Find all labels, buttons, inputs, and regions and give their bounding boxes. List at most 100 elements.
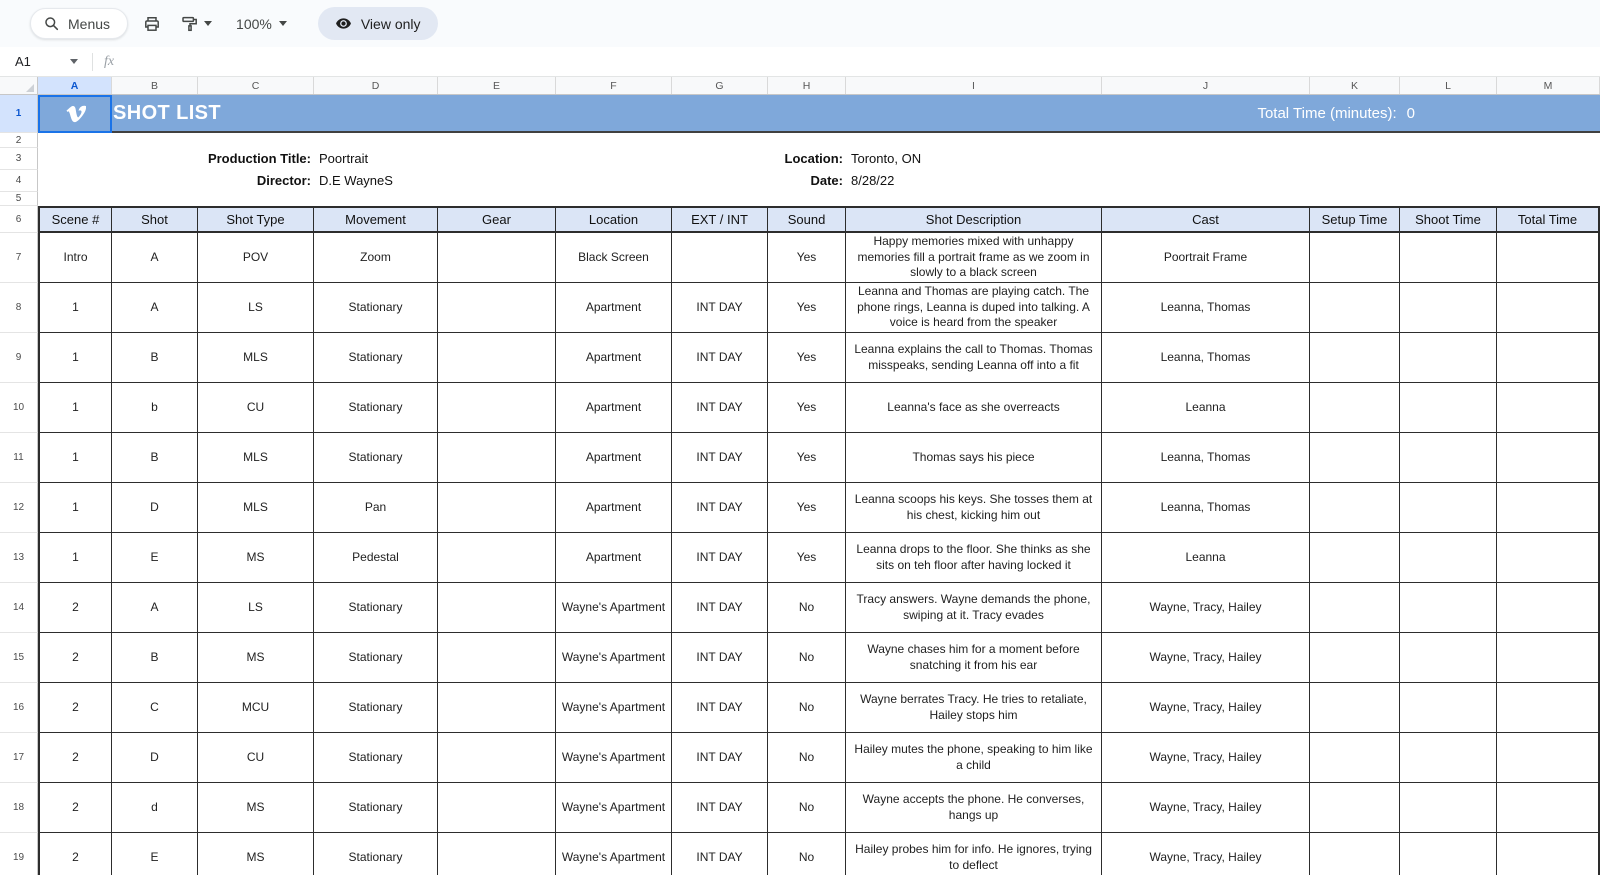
cell-I18[interactable]: Wayne accepts the phone. He converses, h… xyxy=(846,783,1102,833)
cell-C15[interactable]: MS xyxy=(198,633,314,683)
column-header-I[interactable]: I xyxy=(846,77,1102,94)
cell-J10[interactable]: Leanna xyxy=(1102,383,1310,433)
cell-K15[interactable] xyxy=(1310,633,1400,683)
cell-L17[interactable] xyxy=(1400,733,1497,783)
cell-M11[interactable] xyxy=(1497,433,1600,483)
cell-F13[interactable]: Apartment xyxy=(556,533,672,583)
row-header-15[interactable]: 15 xyxy=(0,633,38,683)
director-value-cell[interactable]: D.E WayneS xyxy=(314,170,556,192)
column-header-F[interactable]: F xyxy=(556,77,672,94)
cell-C8[interactable]: LS xyxy=(198,283,314,333)
cell-J12[interactable]: Leanna, Thomas xyxy=(1102,483,1310,533)
cell-E14[interactable] xyxy=(438,583,556,633)
cell-F7[interactable]: Black Screen xyxy=(556,233,672,283)
cell-L16[interactable] xyxy=(1400,683,1497,733)
cell-M13[interactable] xyxy=(1497,533,1600,583)
cell-H18[interactable]: No xyxy=(768,783,846,833)
cell-H11[interactable]: Yes xyxy=(768,433,846,483)
cell-L10[interactable] xyxy=(1400,383,1497,433)
cell-D11[interactable]: Stationary xyxy=(314,433,438,483)
cell-A17[interactable]: 2 xyxy=(38,733,112,783)
row-header-16[interactable]: 16 xyxy=(0,683,38,733)
column-header-K[interactable]: K xyxy=(1310,77,1400,94)
cell-M8[interactable] xyxy=(1497,283,1600,333)
cell-G8[interactable]: INT DAY xyxy=(672,283,768,333)
cell-M15[interactable] xyxy=(1497,633,1600,683)
cell-E10[interactable] xyxy=(438,383,556,433)
cell-L7[interactable] xyxy=(1400,233,1497,283)
cell-B17[interactable]: D xyxy=(112,733,198,783)
cell-I15[interactable]: Wayne chases him for a moment before sna… xyxy=(846,633,1102,683)
row-header-14[interactable]: 14 xyxy=(0,583,38,633)
cell-J17[interactable]: Wayne, Tracy, Hailey xyxy=(1102,733,1310,783)
cell-H13[interactable]: Yes xyxy=(768,533,846,583)
column-header-J[interactable]: J xyxy=(1102,77,1310,94)
cell-F14[interactable]: Wayne's Apartment xyxy=(556,583,672,633)
cell-A14[interactable]: 2 xyxy=(38,583,112,633)
cell-H7[interactable]: Yes xyxy=(768,233,846,283)
cell-C19[interactable]: MS xyxy=(198,833,314,875)
cell-F11[interactable]: Apartment xyxy=(556,433,672,483)
table-header-F6[interactable]: Location xyxy=(556,206,672,233)
cell-E7[interactable] xyxy=(438,233,556,283)
table-header-A6[interactable]: Scene # xyxy=(38,206,112,233)
cell-C17[interactable]: CU xyxy=(198,733,314,783)
cell-M16[interactable] xyxy=(1497,683,1600,733)
cell-A10[interactable]: 1 xyxy=(38,383,112,433)
cell-A12[interactable]: 1 xyxy=(38,483,112,533)
cell-E11[interactable] xyxy=(438,433,556,483)
cell-B10[interactable]: b xyxy=(112,383,198,433)
cell-E18[interactable] xyxy=(438,783,556,833)
cell-E15[interactable] xyxy=(438,633,556,683)
table-header-H6[interactable]: Sound xyxy=(768,206,846,233)
cell-J19[interactable]: Wayne, Tracy, Hailey xyxy=(1102,833,1310,875)
cell-J9[interactable]: Leanna, Thomas xyxy=(1102,333,1310,383)
cell-D13[interactable]: Pedestal xyxy=(314,533,438,583)
cell-L9[interactable] xyxy=(1400,333,1497,383)
table-header-J6[interactable]: Cast xyxy=(1102,206,1310,233)
view-only-badge[interactable]: View only xyxy=(318,7,438,40)
shot-list-banner-cell[interactable]: SHOT LIST Total Time (minutes): 0 xyxy=(38,95,1600,133)
cell-I14[interactable]: Tracy answers. Wayne demands the phone, … xyxy=(846,583,1102,633)
column-header-G[interactable]: G xyxy=(672,77,768,94)
zoom-control[interactable]: 100% xyxy=(227,16,296,32)
cell-G9[interactable]: INT DAY xyxy=(672,333,768,383)
cell-D18[interactable]: Stationary xyxy=(314,783,438,833)
cell-I7[interactable]: Happy memories mixed with unhappy memori… xyxy=(846,233,1102,283)
row-header-9[interactable]: 9 xyxy=(0,333,38,383)
cell-J14[interactable]: Wayne, Tracy, Hailey xyxy=(1102,583,1310,633)
cell-E19[interactable] xyxy=(438,833,556,875)
column-header-L[interactable]: L xyxy=(1400,77,1497,94)
row-header-12[interactable]: 12 xyxy=(0,483,38,533)
table-header-C6[interactable]: Shot Type xyxy=(198,206,314,233)
table-header-B6[interactable]: Shot xyxy=(112,206,198,233)
cell-M7[interactable] xyxy=(1497,233,1600,283)
cell-G18[interactable]: INT DAY xyxy=(672,783,768,833)
cell-A16[interactable]: 2 xyxy=(38,683,112,733)
cell-M14[interactable] xyxy=(1497,583,1600,633)
cell-J13[interactable]: Leanna xyxy=(1102,533,1310,583)
cell-M9[interactable] xyxy=(1497,333,1600,383)
cell-C12[interactable]: MLS xyxy=(198,483,314,533)
cell-L12[interactable] xyxy=(1400,483,1497,533)
cell-I8[interactable]: Leanna and Thomas are playing catch. The… xyxy=(846,283,1102,333)
cell-L13[interactable] xyxy=(1400,533,1497,583)
cell-F17[interactable]: Wayne's Apartment xyxy=(556,733,672,783)
cell-G12[interactable]: INT DAY xyxy=(672,483,768,533)
cell-B19[interactable]: E xyxy=(112,833,198,875)
row-header-3[interactable]: 3 xyxy=(0,148,38,170)
cell-M12[interactable] xyxy=(1497,483,1600,533)
cell-H14[interactable]: No xyxy=(768,583,846,633)
cell-M19[interactable] xyxy=(1497,833,1600,875)
cell-A13[interactable]: 1 xyxy=(38,533,112,583)
cell-I11[interactable]: Thomas says his piece xyxy=(846,433,1102,483)
row-header-4[interactable]: 4 xyxy=(0,170,38,192)
cell-D17[interactable]: Stationary xyxy=(314,733,438,783)
cell-J16[interactable]: Wayne, Tracy, Hailey xyxy=(1102,683,1310,733)
paint-format-button[interactable] xyxy=(176,9,217,39)
cell-A7[interactable]: Intro xyxy=(38,233,112,283)
cell-M17[interactable] xyxy=(1497,733,1600,783)
row-header-5[interactable]: 5 xyxy=(0,192,38,206)
cell-J15[interactable]: Wayne, Tracy, Hailey xyxy=(1102,633,1310,683)
cell-C14[interactable]: LS xyxy=(198,583,314,633)
